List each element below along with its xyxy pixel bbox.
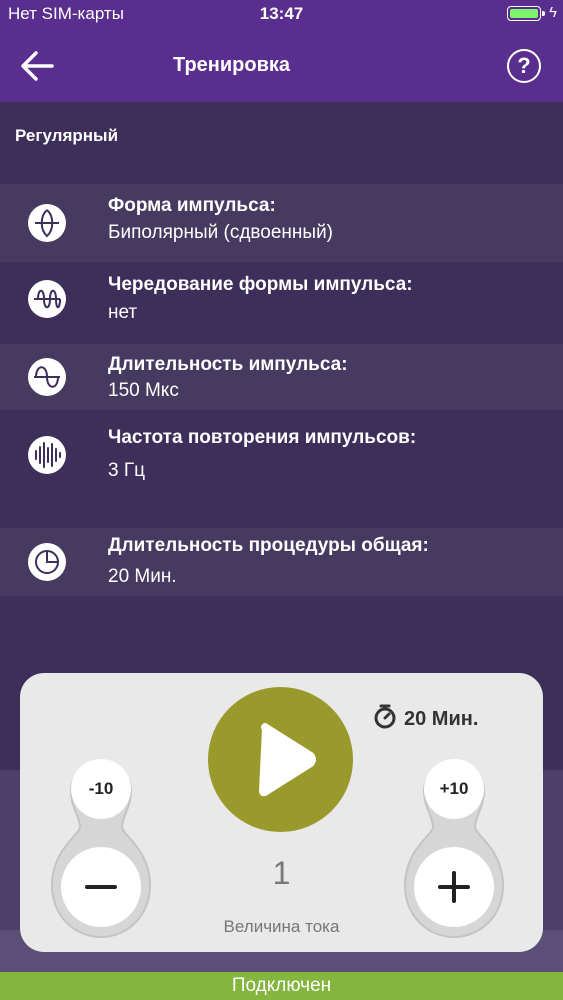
app-header: Тренировка ?	[0, 28, 563, 102]
clock: 13:47	[259, 4, 304, 23]
play-icon	[259, 723, 316, 797]
param-value: нет	[108, 302, 138, 323]
decrease-stepper: -10	[50, 759, 152, 941]
mode-title: Регулярный	[15, 126, 119, 145]
page-title: Тренировка	[172, 54, 291, 76]
param-label: Частота повторения импульсов:	[108, 427, 417, 448]
increase-stepper: +10	[403, 759, 505, 941]
sine-wave-icon	[28, 358, 66, 396]
timer-display: 20 Мин.	[372, 703, 478, 731]
param-value: 20 Мин.	[108, 566, 177, 587]
frequency-bars-icon	[28, 436, 66, 474]
connection-status-bar: Подключен	[0, 972, 563, 1000]
param-label: Форма импульса:	[108, 195, 276, 216]
current-label: Величина тока	[223, 917, 340, 936]
play-button[interactable]	[208, 687, 353, 832]
current-value: 1	[272, 855, 291, 891]
param-label: Длительность процедуры общая:	[108, 535, 429, 556]
status-bar: Нет SIM-карты 13:47 ϟ	[0, 0, 563, 28]
battery-icon	[507, 6, 545, 21]
param-row-frequency: Частота повторения импульсов: 3 Гц	[0, 410, 563, 528]
param-value: Биполярный (сдвоенный)	[108, 222, 334, 243]
param-label: Длительность импульса:	[108, 354, 348, 375]
param-row-alternation: Чередование формы импульса: нет	[0, 262, 563, 344]
pie-clock-icon	[28, 543, 66, 581]
alternating-waveform-icon	[28, 280, 66, 318]
timer-value: 20 Мин.	[404, 708, 479, 730]
param-row-total-duration: Длительность процедуры общая: 20 Мин.	[0, 528, 563, 596]
param-value: 150 Мкс	[108, 380, 179, 401]
decrease-10-button[interactable]: -10	[71, 759, 131, 819]
help-button[interactable]: ?	[507, 49, 541, 83]
charging-icon: ϟ	[549, 4, 557, 21]
stopwatch-icon	[374, 704, 396, 729]
param-row-waveform: Форма импульса: Биполярный (сдвоенный)	[0, 184, 563, 262]
increase-10-button[interactable]: +10	[424, 759, 484, 819]
param-value: 3 Гц	[108, 460, 146, 481]
control-panel: 20 Мин. -10 +10 1 Величина тока	[20, 673, 543, 952]
bipolar-waveform-icon	[28, 204, 66, 242]
param-label: Чередование формы импульса:	[108, 274, 413, 295]
param-row-duration: Длительность импульса: 150 Мкс	[0, 344, 563, 410]
